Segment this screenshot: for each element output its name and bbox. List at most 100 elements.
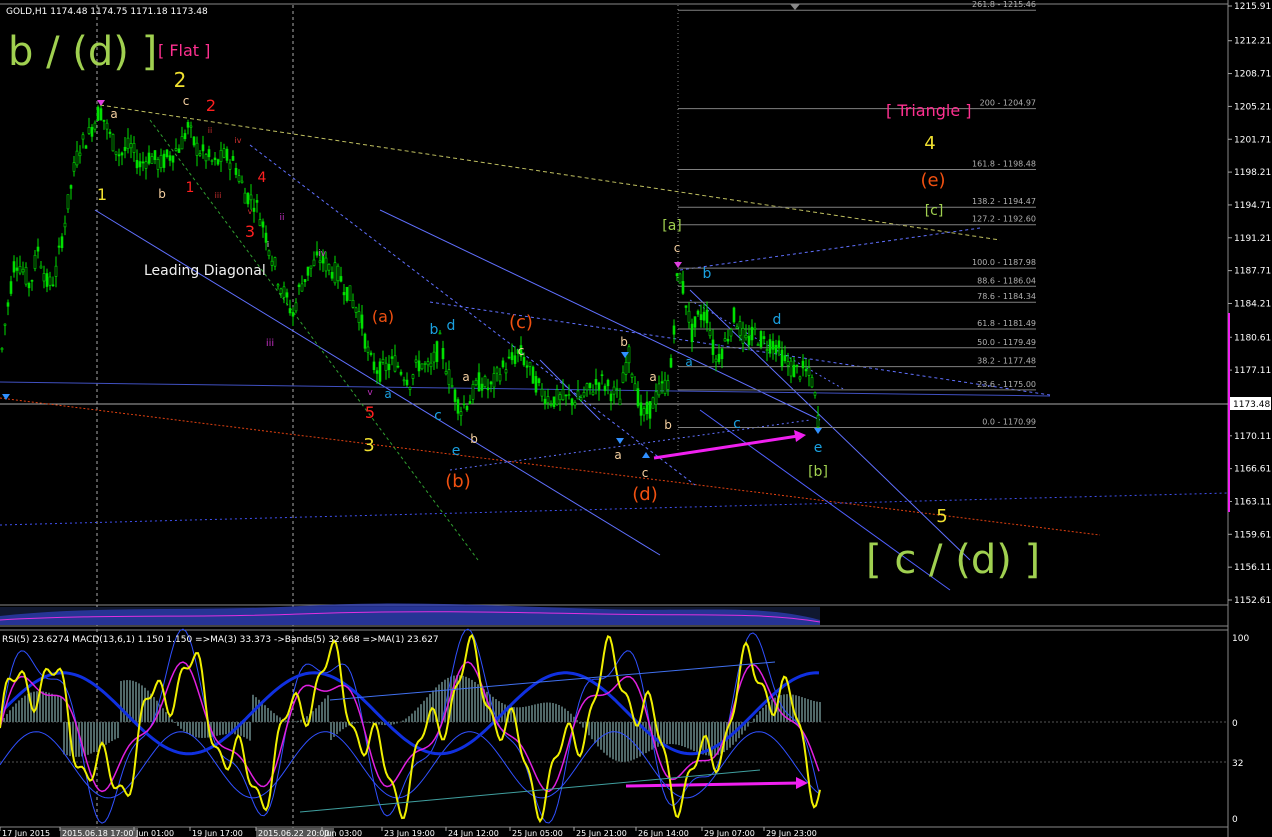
candle-body	[408, 387, 412, 390]
macd-bar	[546, 702, 548, 722]
macd-bar	[606, 722, 608, 756]
candle-body	[186, 122, 190, 128]
candle-body	[804, 368, 808, 372]
wave-label: 1	[97, 185, 107, 204]
candle-body	[180, 136, 184, 150]
macd-bar	[9, 710, 11, 722]
candle-body	[258, 219, 262, 226]
macd-bar	[270, 710, 272, 722]
candle-body	[126, 137, 130, 149]
candle-body	[510, 352, 514, 361]
candle-body	[222, 148, 226, 158]
wave-label: (c)	[509, 312, 533, 333]
macd-bar	[123, 680, 125, 722]
macd-bar	[696, 722, 698, 753]
candle-body	[786, 361, 790, 366]
fib-label: 261.8 - 1215.46	[972, 0, 1036, 9]
macd-bar	[423, 700, 425, 722]
time-tick-label: 19 Jun 17:00	[192, 829, 243, 837]
candle-body	[474, 379, 478, 386]
time-tick-label: Jun 01:00	[135, 829, 174, 837]
candle-body	[231, 156, 235, 161]
macd-bar	[519, 707, 521, 722]
macd-bar	[114, 722, 116, 740]
candle-body	[123, 146, 127, 151]
candle-body	[747, 335, 751, 346]
time-tick-label: 29 Jun 07:00	[704, 829, 755, 837]
candle-body	[726, 338, 730, 342]
candle-body	[192, 136, 196, 146]
macd-bar	[198, 722, 200, 738]
ind-scale-32: 32	[1232, 759, 1243, 769]
wave-label: v	[367, 388, 373, 398]
candle-body	[714, 358, 718, 363]
wave-label: a	[462, 370, 469, 384]
candle-body	[720, 348, 724, 360]
candle-body	[249, 194, 253, 201]
macd-bar	[24, 695, 26, 722]
macd-bar	[267, 707, 269, 722]
macd-bar	[369, 722, 371, 724]
macd-bar	[636, 722, 638, 759]
candle-body	[357, 311, 361, 323]
candle-body	[225, 148, 229, 161]
candle-body	[561, 389, 565, 401]
candle-body	[558, 394, 562, 401]
macd-bar	[534, 704, 536, 722]
current-price-label: 1173.48	[1233, 400, 1270, 410]
candle-body	[204, 154, 208, 162]
wave-label: 5	[936, 506, 947, 527]
macd-bar	[543, 702, 545, 722]
macd-bar	[549, 702, 551, 722]
macd-bar	[675, 722, 677, 745]
macd-bar	[216, 722, 218, 736]
candle-body	[87, 127, 91, 134]
candle-body	[90, 126, 94, 137]
candle-body	[360, 314, 364, 329]
macd-bar	[432, 690, 434, 722]
wave-label: (b)	[445, 471, 470, 492]
macd-bar	[621, 722, 623, 762]
wave-label: c	[674, 241, 681, 255]
macd-bar	[393, 722, 395, 725]
wave-label: a	[649, 370, 656, 384]
macd-bar	[618, 722, 620, 762]
macd-bar	[18, 700, 20, 722]
candle-body	[756, 344, 760, 346]
candle-body	[615, 388, 619, 390]
macd-bar	[765, 704, 767, 722]
candle-body	[453, 389, 457, 402]
candle-body	[69, 185, 73, 189]
wave-label: a	[384, 387, 391, 401]
candle-body	[15, 267, 19, 271]
macd-bar	[120, 681, 122, 722]
wave-label: e	[814, 440, 823, 456]
candle-body	[729, 329, 733, 337]
macd-bar	[411, 713, 413, 722]
macd-bar	[162, 708, 164, 722]
price-tick-label: 1159.61	[1234, 530, 1271, 540]
macd-bar	[222, 722, 224, 735]
macd-bar	[357, 722, 359, 723]
price-tick-label: 1177.11	[1234, 366, 1271, 376]
candle-body	[246, 192, 250, 205]
candle-body	[480, 383, 484, 391]
candle-body	[57, 245, 61, 248]
candle-body	[12, 261, 16, 273]
candle-body	[423, 362, 427, 365]
candle-body	[117, 154, 121, 157]
wave-label: iv	[235, 136, 242, 145]
candle-body	[132, 143, 136, 153]
candle-body	[393, 355, 397, 372]
candle-body	[606, 379, 610, 387]
candle-body	[240, 180, 244, 183]
wave-label: e	[452, 443, 461, 459]
macd-bar	[465, 676, 467, 722]
candle-body	[6, 302, 10, 307]
big-label-c-d: [ c / (d) ]	[866, 537, 1040, 583]
macd-bar	[690, 722, 692, 750]
macd-bar	[678, 722, 680, 746]
ind-scale-0: 0	[1232, 719, 1238, 729]
candle-body	[108, 131, 112, 134]
macd-bar	[252, 694, 254, 722]
